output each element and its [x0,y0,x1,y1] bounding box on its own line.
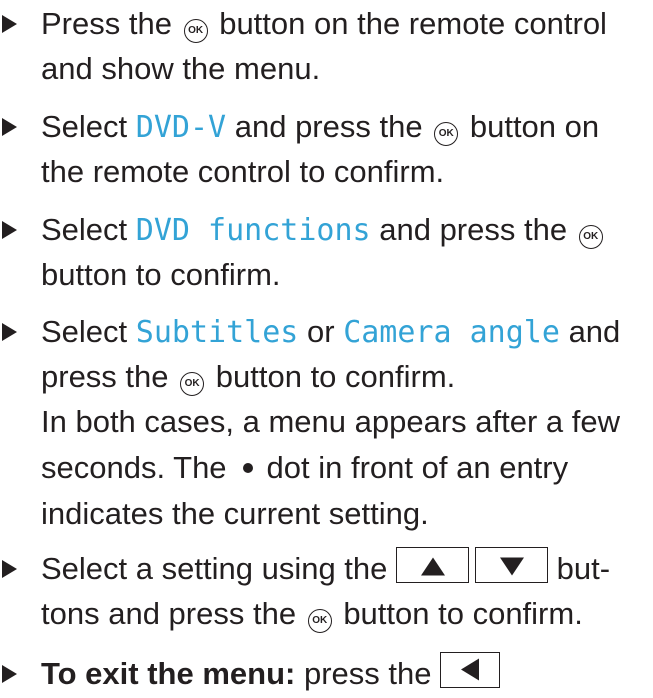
ok-button-icon: OK [307,609,332,633]
text: button to confirm. [215,359,456,394]
text: or [306,314,335,349]
text: button to confirm. [41,257,281,292]
display-text-subtitles: Subtitles [135,315,299,350]
text: Select a setting using the [41,551,388,586]
triangle-bullet-icon [2,560,17,578]
step-line: Select a setting using the but- [41,545,610,593]
text: tons and press the [41,596,297,631]
text: the remote control to confirm. [41,154,445,189]
text: and show the menu. [41,51,321,86]
text: but- [556,551,611,586]
triangle-bullet-icon [2,118,17,136]
text: button to confirm. [343,596,583,631]
down-key-icon [475,547,549,583]
triangle-bullet-icon [2,221,17,239]
step-line: press the OK button to confirm. [41,353,455,401]
left-key-icon [440,652,501,688]
text: button on the remote control [219,6,607,41]
text: Press the [41,6,172,41]
text: and press the [234,109,423,144]
bold-text: To exit the menu: [41,656,296,691]
text: and press the [379,212,568,247]
arrow-up-icon [420,557,445,576]
dot-icon [242,463,253,473]
step-line: indicates the current setting. [41,490,429,538]
step-line: In both cases, a menu appears after a fe… [41,398,620,446]
text: and [568,314,621,349]
text: press the [303,656,432,691]
triangle-bullet-icon [2,665,17,683]
text: press the [41,359,169,394]
text: seconds. The [41,450,227,485]
triangle-bullet-icon [2,323,17,341]
display-text-camera-angle: Camera angle [343,315,560,350]
display-text-dvd-v: DVD-V [135,110,227,145]
step-line: the remote control to confirm. [41,148,444,196]
text: dot in front of an entry [266,450,569,485]
ok-button-icon: OK [180,372,205,396]
ok-button-icon: OK [578,225,603,249]
display-text-dvd-functions: DVD functions [135,213,371,248]
text: Select [41,314,128,349]
step-line: Select DVD-V and press the OK button on [41,103,599,152]
ok-button-icon: OK [183,19,208,43]
up-key-icon [396,547,470,583]
ok-button-icon: OK [434,122,459,146]
step-line: Select Subtitles or Camera angle and [41,308,620,357]
step-line: seconds. The dot in front of an entry [41,444,568,492]
text: In both cases, a menu appears after a fe… [41,404,621,439]
step-line: button to confirm. [41,251,281,299]
step-line: To exit the menu: press the [41,650,501,698]
text: button on [469,109,600,144]
step-line: and show the menu. [41,45,320,93]
text: Select [41,109,128,144]
text: Select [41,212,128,247]
step-line: Select DVD functions and press the OK [41,206,606,255]
text: indicates the current setting. [41,496,429,531]
instruction-page: Press the OK button on the remote contro… [0,0,653,697]
step-line: tons and press the OK button to confirm. [41,590,583,638]
step-line: Press the OK button on the remote contro… [41,0,607,48]
triangle-bullet-icon [2,15,17,33]
arrow-down-icon [499,557,524,576]
arrow-left-icon [461,658,480,681]
